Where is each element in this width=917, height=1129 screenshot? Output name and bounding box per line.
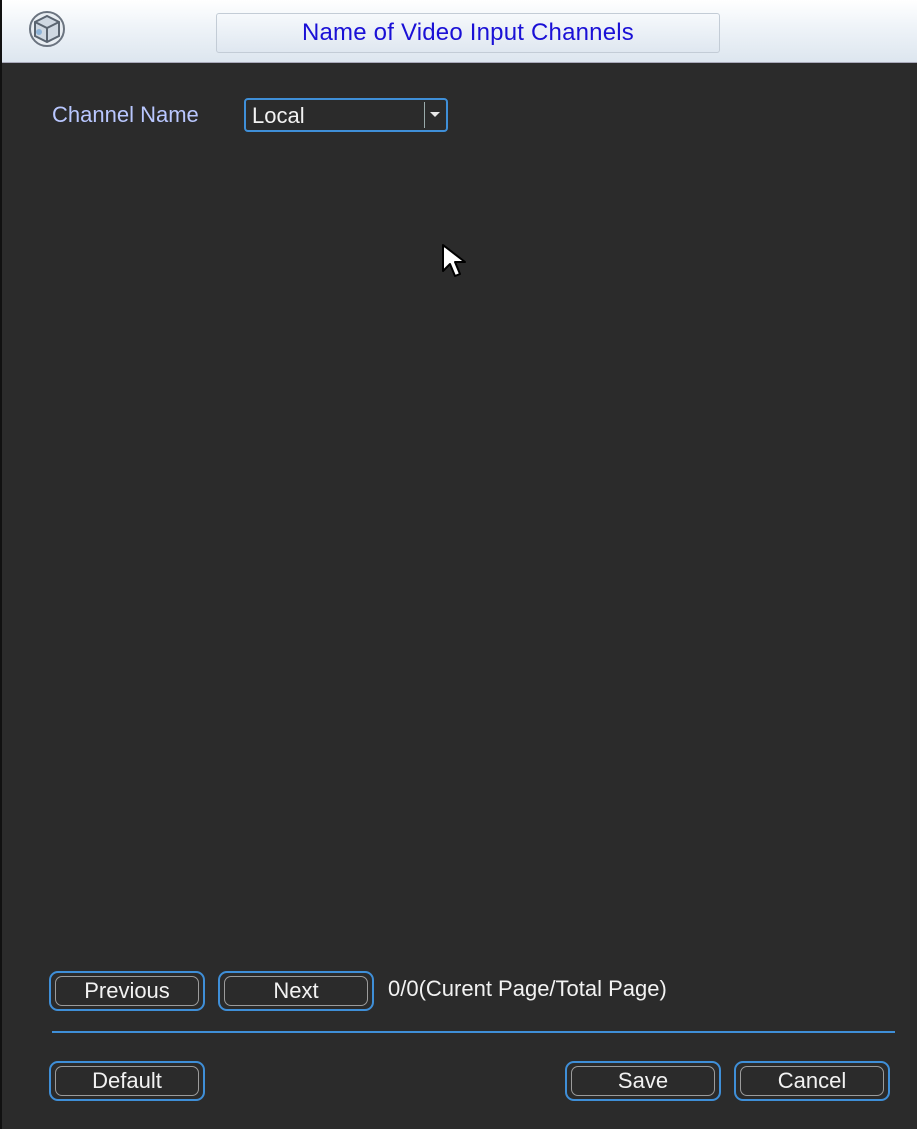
page-title: Name of Video Input Channels	[301, 19, 635, 46]
channel-name-select[interactable]: Local	[244, 98, 448, 132]
mouse-pointer-icon	[441, 243, 469, 279]
default-button-label: Default	[92, 1068, 162, 1093]
page-indicator: 0/0(Curent Page/Total Page)	[388, 976, 667, 1001]
cancel-button-label: Cancel	[777, 1068, 847, 1093]
chevron-down-icon[interactable]	[424, 102, 444, 128]
title-bar: Name of Video Input Channels	[2, 0, 917, 63]
default-button[interactable]: Default	[49, 1061, 205, 1101]
channel-name-label: Channel Name	[52, 102, 199, 127]
cancel-button[interactable]: Cancel	[734, 1061, 890, 1101]
dialog-window: Name of Video Input Channels Channel Nam…	[0, 0, 917, 1129]
save-button[interactable]: Save	[565, 1061, 721, 1101]
channel-name-value: Local	[252, 103, 305, 128]
camera-ball-icon	[26, 8, 68, 50]
next-button-label: Next	[273, 978, 319, 1003]
next-button[interactable]: Next	[218, 971, 374, 1011]
save-button-label: Save	[617, 1068, 669, 1093]
previous-button-label: Previous	[84, 978, 170, 1003]
footer-divider	[52, 1031, 895, 1033]
title-plate: Name of Video Input Channels	[216, 13, 720, 53]
previous-button[interactable]: Previous	[49, 971, 205, 1011]
